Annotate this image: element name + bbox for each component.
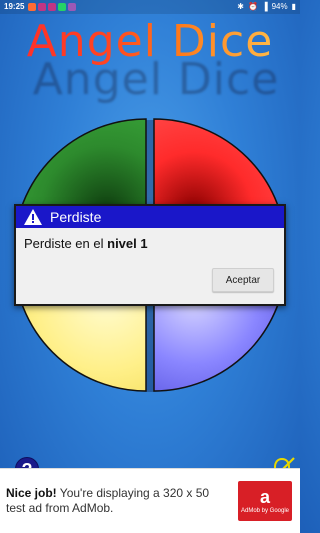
dialog-header: Perdiste: [16, 206, 284, 228]
instagram-icon: [48, 3, 57, 11]
signal-icon: ▐: [261, 2, 268, 11]
notification-icons: [28, 3, 77, 11]
status-time: 19:25: [4, 2, 25, 11]
alarm-icon: ⏰: [247, 2, 258, 11]
admob-logo[interactable]: a AdMob by Google: [238, 481, 292, 521]
dialog-message: Perdiste en el nivel 1: [16, 228, 284, 259]
status-right: ✱ ⏰ ▐ 94% ▮: [237, 0, 296, 14]
ad-headline: Nice job!: [6, 486, 57, 500]
warning-icon: [24, 209, 42, 225]
app-notification-icon: [28, 3, 37, 11]
app-notification-icon: [68, 3, 77, 11]
battery-percent: 94%: [271, 2, 288, 11]
accept-button[interactable]: Aceptar: [212, 268, 274, 292]
dialog-title: Perdiste: [50, 209, 102, 225]
admob-icon: a: [259, 487, 270, 507]
ad-banner[interactable]: Nice job! You're displaying a 320 x 50 t…: [0, 468, 300, 533]
ad-text: Nice job! You're displaying a 320 x 50 t…: [6, 486, 212, 516]
admob-caption: AdMob by Google: [240, 508, 290, 514]
app-title: Angel Dice: [0, 14, 300, 70]
lost-dialog: Perdiste Perdiste en el nivel 1 Aceptar: [14, 204, 286, 306]
battery-icon: ▮: [291, 2, 296, 11]
whatsapp-icon: [58, 3, 67, 11]
dialog-message-prefix: Perdiste en el: [24, 236, 104, 251]
dialog-message-level: nivel 1: [107, 236, 148, 251]
instagram-icon: [38, 3, 47, 11]
status-bar: 19:25 ✱ ⏰ ▐ 94% ▮: [0, 0, 300, 14]
bluetooth-icon: ✱: [237, 2, 244, 11]
